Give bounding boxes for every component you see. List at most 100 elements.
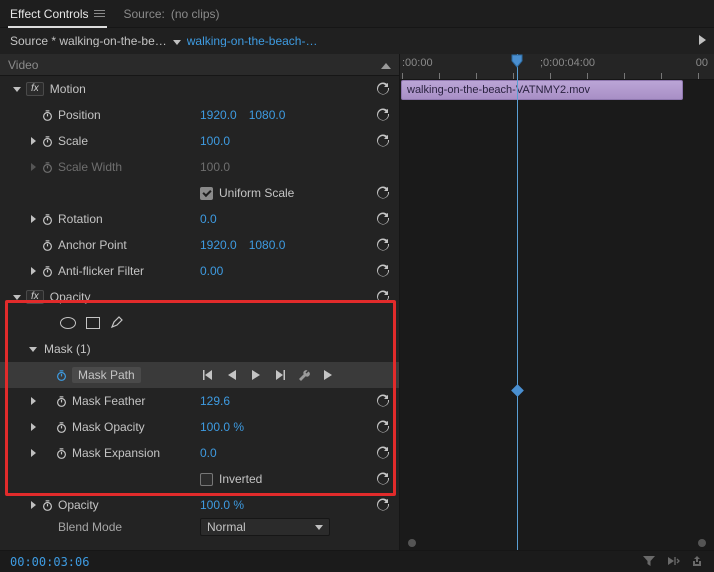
pen-mask-icon[interactable] [110,315,124,331]
stopwatch-active-icon[interactable] [54,368,68,382]
timeline-scrollbar[interactable] [408,538,706,548]
chevron-right-icon[interactable] [31,449,36,457]
panel-menu-icon[interactable] [94,10,105,17]
chevron-right-icon[interactable] [31,397,36,405]
mask-title-label: Mask (1) [44,343,91,355]
property-mask-path[interactable]: Mask Path [0,362,399,388]
property-anchor-point[interactable]: Anchor Point 1920.0 1080.0 [0,232,399,258]
reset-antiflicker-icon[interactable] [375,263,391,279]
reset-mask-expansion-icon[interactable] [375,445,391,461]
prev-keyframe-icon[interactable] [200,368,216,382]
chevron-down-icon[interactable] [13,295,21,300]
fx-badge[interactable]: fx [26,82,44,96]
chevron-right-icon[interactable] [31,137,36,145]
position-x-value[interactable]: 1920.0 [200,109,237,121]
effect-motion[interactable]: fx Motion [0,76,399,102]
property-rotation[interactable]: Rotation 0.0 [0,206,399,232]
scroll-handle-right[interactable] [698,539,706,547]
opacity-value[interactable]: 100.0 % [200,499,244,511]
chevron-right-icon[interactable] [31,215,36,223]
property-inverted[interactable]: Inverted [0,466,399,492]
chevron-right-icon[interactable] [31,423,36,431]
property-position[interactable]: Position 1920.0 1080.0 [0,102,399,128]
anchor-x-value[interactable]: 1920.0 [200,239,237,251]
collapse-video-icon[interactable] [381,59,391,71]
filter-icon[interactable] [642,554,656,570]
chevron-down-icon[interactable] [13,87,21,92]
property-mask-opacity[interactable]: Mask Opacity 100.0 % [0,414,399,440]
stopwatch-icon[interactable] [54,420,68,434]
mask-opacity-value[interactable]: 100.0 % [200,421,244,433]
inverted-checkbox[interactable] [200,473,213,486]
reset-position-icon[interactable] [375,107,391,123]
playhead-head-icon[interactable] [511,54,523,68]
scale-value[interactable]: 100.0 [200,135,230,147]
property-uniform-scale[interactable]: Uniform Scale [0,180,399,206]
play-reverse-icon[interactable] [224,368,240,382]
reset-opacity-effect-icon[interactable] [375,289,391,305]
source-clip-name[interactable]: Source * walking-on-the-be… [10,35,167,47]
export-icon[interactable] [690,554,704,570]
stopwatch-icon[interactable] [40,212,54,226]
reset-rotation-icon[interactable] [375,211,391,227]
blend-mode-dropdown[interactable]: Normal [200,518,330,536]
mask-feather-value[interactable]: 129.6 [200,395,230,407]
tab-source[interactable]: Source: (no clips) [121,0,221,28]
tab-effect-controls[interactable]: Effect Controls [8,0,107,28]
sequence-dropdown-icon[interactable] [173,35,181,47]
playhead[interactable] [517,54,518,550]
stopwatch-icon[interactable] [40,108,54,122]
property-mask-feather[interactable]: Mask Feather 129.6 [0,388,399,414]
timeline-clip[interactable]: walking-on-the-beach-VATNMY2.mov [401,80,683,100]
property-scale[interactable]: Scale 100.0 [0,128,399,154]
reset-anchor-icon[interactable] [375,237,391,253]
uniform-scale-checkbox[interactable] [200,187,213,200]
rotation-value[interactable]: 0.0 [200,213,217,225]
stopwatch-icon[interactable] [40,498,54,512]
toggle-keyframes-icon[interactable] [666,554,680,570]
reset-scale-icon[interactable] [375,133,391,149]
reset-motion-icon[interactable] [375,81,391,97]
position-label: Position [58,109,101,121]
stopwatch-icon[interactable] [40,264,54,278]
next-keyframe-icon[interactable] [272,368,288,382]
play-forward-icon[interactable] [248,368,264,382]
reset-opacity-icon[interactable] [375,497,391,513]
position-y-value[interactable]: 1080.0 [249,109,286,121]
ruler-tick-2: 00 [696,58,708,69]
ellipse-mask-icon[interactable] [60,317,76,329]
mask-path-label: Mask Path [72,367,141,383]
effect-opacity[interactable]: fx Opacity [0,284,399,310]
anchor-y-value[interactable]: 1080.0 [249,239,286,251]
property-blend-mode[interactable]: Blend Mode Normal [0,518,399,536]
sequence-name[interactable]: walking-on-the-beach-… [187,35,693,47]
toggle-timeline-button[interactable] [699,35,706,47]
property-opacity[interactable]: Opacity 100.0 % [0,492,399,518]
stopwatch-icon[interactable] [54,446,68,460]
chevron-right-icon[interactable] [31,501,36,509]
mask-expansion-value[interactable]: 0.0 [200,447,217,459]
rectangle-mask-icon[interactable] [86,317,100,329]
property-mask-expansion[interactable]: Mask Expansion 0.0 [0,440,399,466]
chevron-right-icon[interactable] [31,267,36,275]
chevron-down-icon [315,525,323,530]
reset-uniform-icon[interactable] [375,185,391,201]
reset-inverted-icon[interactable] [375,471,391,487]
mask-tracking-settings-icon[interactable] [296,368,312,382]
chevron-down-icon[interactable] [29,347,37,352]
track-forward-icon[interactable] [320,368,336,382]
stopwatch-icon[interactable] [40,238,54,252]
keyframe-marker[interactable] [511,384,524,397]
antiflicker-value[interactable]: 0.00 [200,265,223,277]
mask-group[interactable]: Mask (1) [0,336,399,362]
reset-mask-opacity-icon[interactable] [375,419,391,435]
stopwatch-icon[interactable] [54,394,68,408]
opacity-title-label: Opacity [50,291,91,303]
scroll-handle-left[interactable] [408,539,416,547]
timeline-ruler[interactable]: :00:00 ;0:00:04:00 00 [400,54,714,80]
fx-badge[interactable]: fx [26,290,44,304]
stopwatch-icon[interactable] [40,134,54,148]
property-antiflicker[interactable]: Anti-flicker Filter 0.00 [0,258,399,284]
timecode[interactable]: 00:00:03:06 [10,556,89,568]
reset-mask-feather-icon[interactable] [375,393,391,409]
